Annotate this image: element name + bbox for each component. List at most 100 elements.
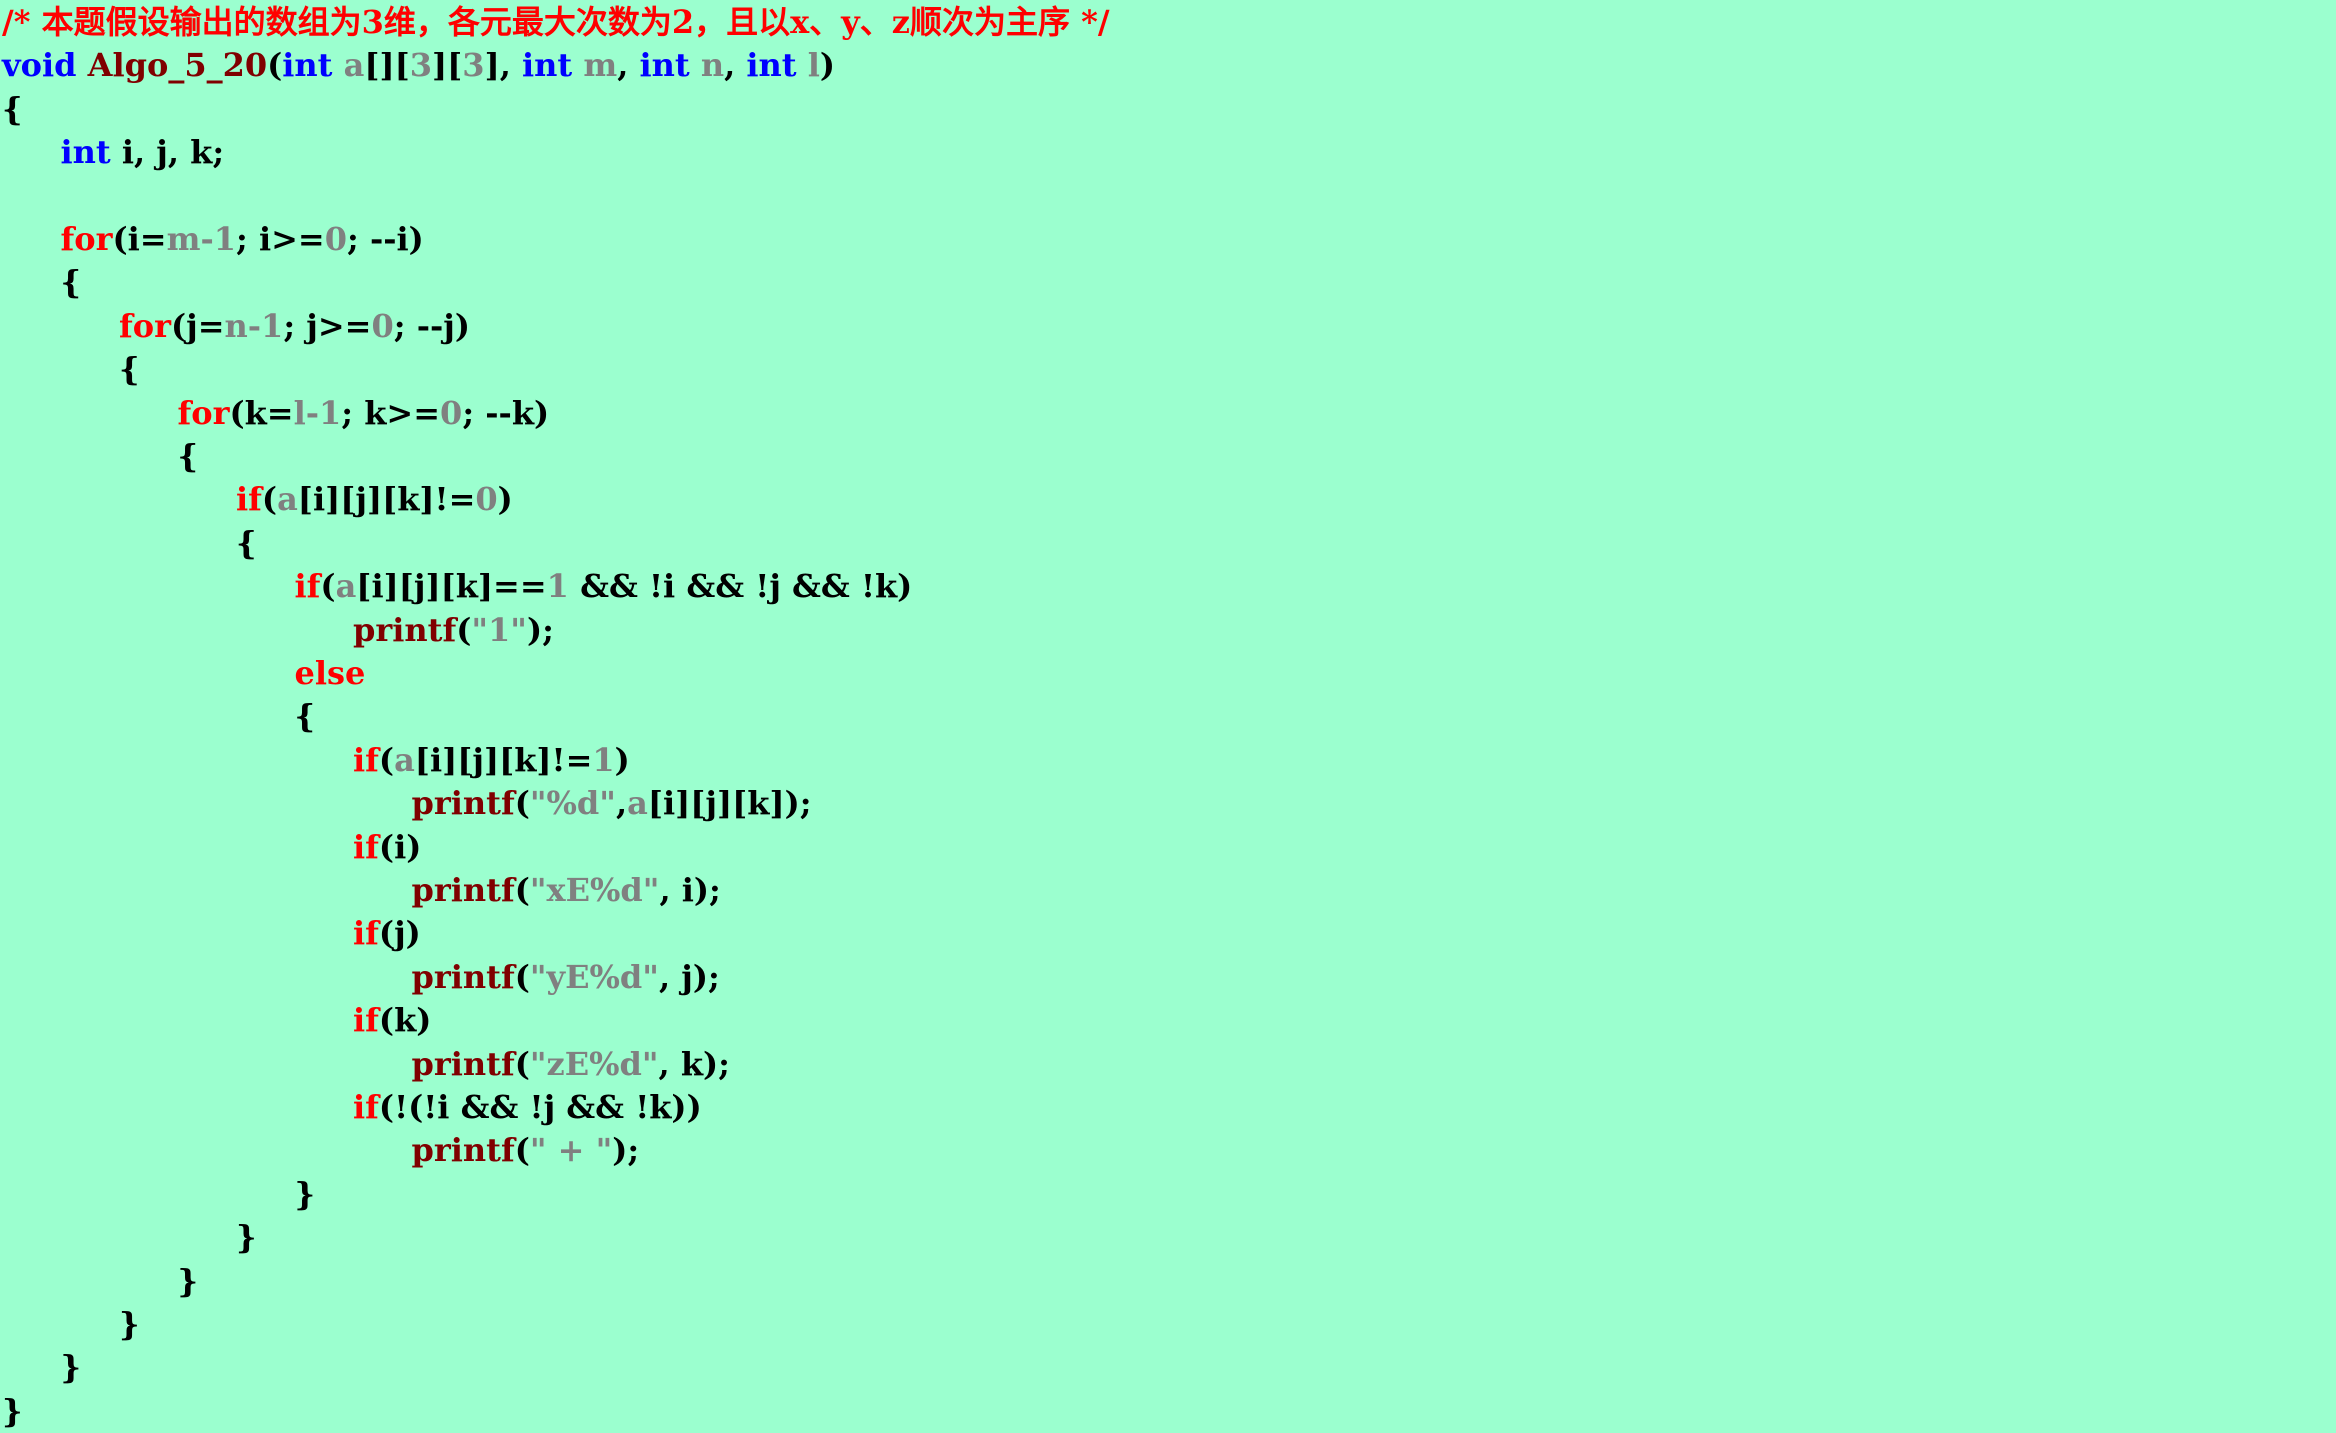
code-token-kw: if: [353, 914, 379, 953]
code-token-num: 0: [371, 306, 394, 345]
code-line: }: [119, 1302, 140, 1346]
code-token-str: " + ": [529, 1131, 613, 1170]
code-token-str: "1": [471, 610, 527, 649]
code-token-num: 1: [546, 567, 569, 606]
code-token-plain: (k): [378, 1001, 432, 1040]
code-token-plain: (: [514, 1131, 530, 1170]
code-token-kw: for: [60, 220, 113, 258]
code-token-type: int: [282, 46, 333, 85]
code-token-type: void: [2, 46, 77, 85]
code-line: printf("zE%d", k);: [412, 1042, 730, 1086]
code-token-plain: }: [2, 1391, 23, 1430]
code-token-plain: (: [514, 871, 530, 909]
code-token-call: printf: [411, 1131, 515, 1170]
code-token-param: n: [700, 46, 725, 85]
code-token-param: a: [627, 784, 648, 823]
code-line: {: [295, 694, 316, 738]
code-token-plain: ; --k): [462, 393, 550, 432]
code-token-plain: [i][j][k]==: [356, 567, 547, 606]
code-token-plain: {: [2, 89, 23, 128]
code-line: if(i): [353, 825, 421, 869]
code-token-plain: i, j, k;: [110, 133, 225, 172]
code-line: if(a[i][j][k]!=1): [353, 738, 630, 782]
code-line: if(j): [353, 911, 421, 955]
code-token-plain: ,: [617, 46, 640, 85]
code-token-plain: ; i>=: [235, 220, 325, 258]
code-token-str: "%d": [529, 784, 616, 823]
code-token-plain: [i][j][k]!=: [297, 480, 476, 519]
code-token-plain: (: [514, 784, 530, 823]
code-line: if(a[i][j][k]==1 && !i && !j && !k): [295, 564, 913, 608]
code-token-plain: );: [526, 610, 554, 649]
code-token-num: 0: [440, 393, 463, 432]
code-token-plain: , k);: [658, 1044, 730, 1083]
code-token-param: a: [335, 567, 357, 606]
code-token-kw: if: [294, 567, 321, 606]
code-token-plain: ,: [615, 784, 628, 823]
code-token-param: l: [293, 393, 306, 432]
code-token-type: int: [60, 133, 111, 172]
code-token-param: m: [166, 220, 201, 258]
code-token-plain: (: [514, 957, 530, 996]
code-line: for(j=n-1; j>=0; --j): [119, 304, 470, 348]
code-line: }: [295, 1172, 316, 1216]
code-token-num: -1: [247, 306, 284, 345]
code-token-plain: }: [60, 1348, 82, 1387]
code-line: {: [178, 434, 199, 478]
code-view[interactable]: /* 本题假设输出的数组为3维，各元最大次数为2，且以x、y、z顺次为主序 */…: [0, 0, 2336, 1430]
code-token-kw: if: [353, 1088, 379, 1126]
code-token-param: a: [394, 740, 415, 779]
code-token-plain: && !i && !j && !k): [568, 567, 913, 606]
code-token-plain: {: [294, 697, 316, 736]
code-token-param: a: [277, 480, 298, 519]
code-token-plain: ; --j): [393, 306, 470, 345]
code-line: if(!(!i && !j && !k)): [353, 1085, 702, 1129]
code-token-plain: ): [614, 740, 630, 779]
code-token-comment: /* 本题假设输出的数组为3维，各元最大次数为2，且以x、y、z顺次为主序 */: [2, 3, 1110, 41]
code-token-plain: {: [119, 350, 140, 389]
code-line: printf(" + ");: [412, 1128, 640, 1172]
code-token-str: "yE%d": [529, 957, 659, 996]
code-token-call: printf: [411, 1044, 515, 1083]
code-token-plain: }: [294, 1174, 316, 1213]
code-token-num: 3: [409, 46, 433, 85]
code-token-plain: (: [456, 610, 472, 649]
code-line: printf("xE%d", i);: [412, 868, 721, 912]
code-line: printf("yE%d", j);: [412, 955, 720, 999]
code-token-plain: {: [177, 437, 199, 475]
code-token-plain: (j): [378, 914, 421, 953]
code-line: }: [2, 1389, 23, 1433]
code-token-num: 0: [475, 480, 498, 519]
code-token-param: a: [343, 46, 365, 85]
code-line: {: [119, 347, 140, 391]
code-token-kw: if: [353, 740, 379, 779]
code-token-kw: else: [294, 654, 366, 692]
code-line: }: [178, 1259, 199, 1303]
code-token-plain: (k=: [229, 393, 294, 432]
code-line: for(i=m-1; i>=0; --i): [61, 217, 424, 261]
code-token-type: int: [639, 46, 690, 85]
code-line: }: [236, 1215, 257, 1259]
code-token-num: 1: [592, 740, 615, 779]
code-token-plain: (i=: [112, 220, 167, 258]
code-token-plain: {: [60, 263, 82, 302]
code-token-plain: [][: [364, 46, 410, 85]
code-token-call: printf: [411, 871, 515, 909]
code-token-plain: , j);: [658, 957, 720, 996]
code-token-plain: [i][j][k]);: [647, 784, 812, 823]
code-token-type: int: [521, 46, 573, 85]
code-token-kw: for: [119, 306, 171, 345]
code-token-plain: (: [514, 1044, 530, 1083]
code-token-plain: }: [119, 1305, 140, 1343]
code-token-num: 3: [462, 46, 485, 85]
code-token-plain: ; --i): [346, 220, 424, 258]
code-token-plain: ],: [484, 46, 522, 85]
code-token-plain: );: [612, 1131, 640, 1170]
code-token-param: l: [807, 46, 820, 85]
code-token-plain: (: [378, 740, 395, 779]
code-token-plain: ): [497, 480, 513, 519]
